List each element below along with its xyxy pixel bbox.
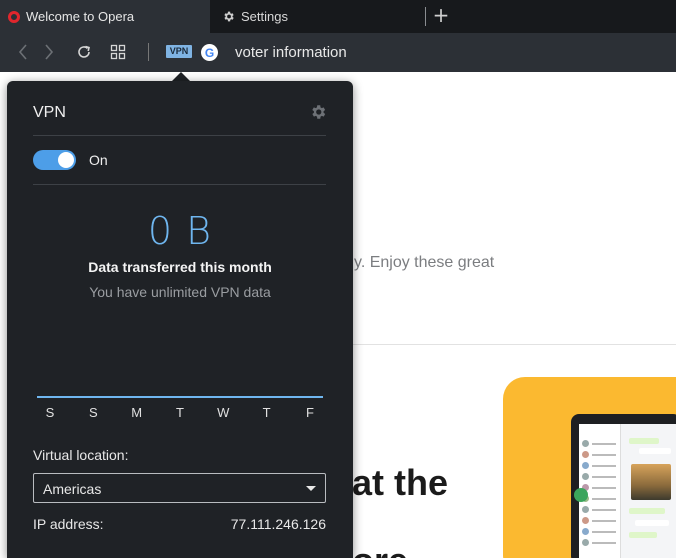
vpn-toggle-label: On bbox=[89, 152, 108, 168]
gear-icon bbox=[312, 105, 326, 119]
vpn-toggle[interactable] bbox=[33, 150, 76, 170]
tab-strip: Welcome to Opera Settings + bbox=[0, 0, 676, 33]
back-button[interactable] bbox=[12, 41, 34, 63]
gear-icon bbox=[222, 10, 235, 23]
address-divider bbox=[148, 43, 149, 61]
page-headline-second-line: ore bbox=[352, 540, 408, 558]
vpn-badge-button[interactable]: VPN bbox=[166, 45, 192, 58]
google-icon: G bbox=[201, 44, 218, 61]
chat-bubble bbox=[635, 520, 669, 526]
page-intro-text: ully. Enjoy these great bbox=[338, 254, 495, 271]
address-bar[interactable]: voter information bbox=[235, 44, 347, 61]
reload-icon bbox=[78, 45, 90, 58]
divider bbox=[33, 135, 326, 136]
usage-graph-baseline bbox=[37, 396, 323, 398]
chevron-right-icon bbox=[45, 44, 54, 60]
chat-row bbox=[579, 504, 620, 515]
opera-logo-icon bbox=[8, 10, 20, 23]
messenger-screenshot bbox=[579, 424, 676, 558]
chat-bubble bbox=[639, 448, 671, 454]
selected-location: Americas bbox=[43, 481, 102, 497]
chat-row bbox=[579, 449, 620, 460]
forward-button[interactable] bbox=[38, 41, 60, 63]
chat-row bbox=[579, 515, 620, 526]
new-tab-button[interactable]: + bbox=[430, 4, 452, 28]
chat-row bbox=[579, 471, 620, 482]
toggle-knob bbox=[58, 152, 74, 168]
data-transferred-label: Data transferred this month bbox=[88, 259, 272, 275]
ip-address-value: 77.111.246.126 bbox=[230, 516, 326, 532]
chat-row bbox=[579, 526, 620, 537]
chat-bubble bbox=[629, 508, 665, 514]
virtual-location-label: Virtual location: bbox=[33, 447, 129, 463]
weekday-label: T bbox=[262, 405, 271, 420]
chat-row bbox=[579, 460, 620, 471]
chat-row bbox=[579, 438, 620, 449]
chat-bubble bbox=[629, 438, 659, 444]
page-divider bbox=[352, 344, 676, 345]
popup-title: VPN bbox=[33, 104, 66, 121]
vpn-popup: VPN On 0 B Data transferred this month Y… bbox=[7, 81, 353, 558]
virtual-location-select[interactable]: Americas bbox=[33, 473, 326, 503]
weekday-axis: S S M T W T F bbox=[37, 405, 323, 420]
tab-divider bbox=[425, 7, 426, 26]
weekday-label: T bbox=[176, 405, 184, 420]
tab-label: Settings bbox=[241, 9, 288, 24]
chat-photo bbox=[631, 464, 671, 500]
navigation-toolbar: VPN G voter information bbox=[0, 33, 676, 72]
ip-address-label: IP address: bbox=[33, 516, 104, 532]
browser-window: Welcome to Opera Settings + VPN G voter … bbox=[0, 0, 676, 558]
reload-button[interactable] bbox=[73, 41, 95, 63]
weekday-label: M bbox=[131, 405, 143, 420]
unlimited-data-note: You have unlimited VPN data bbox=[89, 284, 271, 300]
vpn-settings-button[interactable] bbox=[309, 103, 327, 121]
divider bbox=[33, 184, 326, 185]
popup-pointer bbox=[172, 72, 190, 81]
data-transferred-value: 0 B bbox=[147, 209, 213, 253]
whatsapp-icon bbox=[574, 488, 588, 502]
weekday-label: S bbox=[88, 405, 98, 420]
chevron-left-icon bbox=[18, 44, 27, 60]
weekday-label: F bbox=[305, 405, 314, 420]
weekday-label: S bbox=[45, 405, 55, 420]
weekday-label: W bbox=[217, 405, 230, 420]
tab-settings[interactable]: Settings bbox=[210, 0, 425, 33]
grid-icon bbox=[110, 44, 126, 60]
caret-down-icon bbox=[306, 486, 316, 491]
tab-welcome[interactable]: Welcome to Opera bbox=[0, 0, 210, 33]
page-headline: at the bbox=[352, 462, 449, 503]
chat-row bbox=[579, 537, 620, 548]
tab-label: Welcome to Opera bbox=[26, 9, 135, 24]
speed-dial-button[interactable] bbox=[107, 41, 129, 63]
chat-bubble bbox=[629, 532, 657, 538]
